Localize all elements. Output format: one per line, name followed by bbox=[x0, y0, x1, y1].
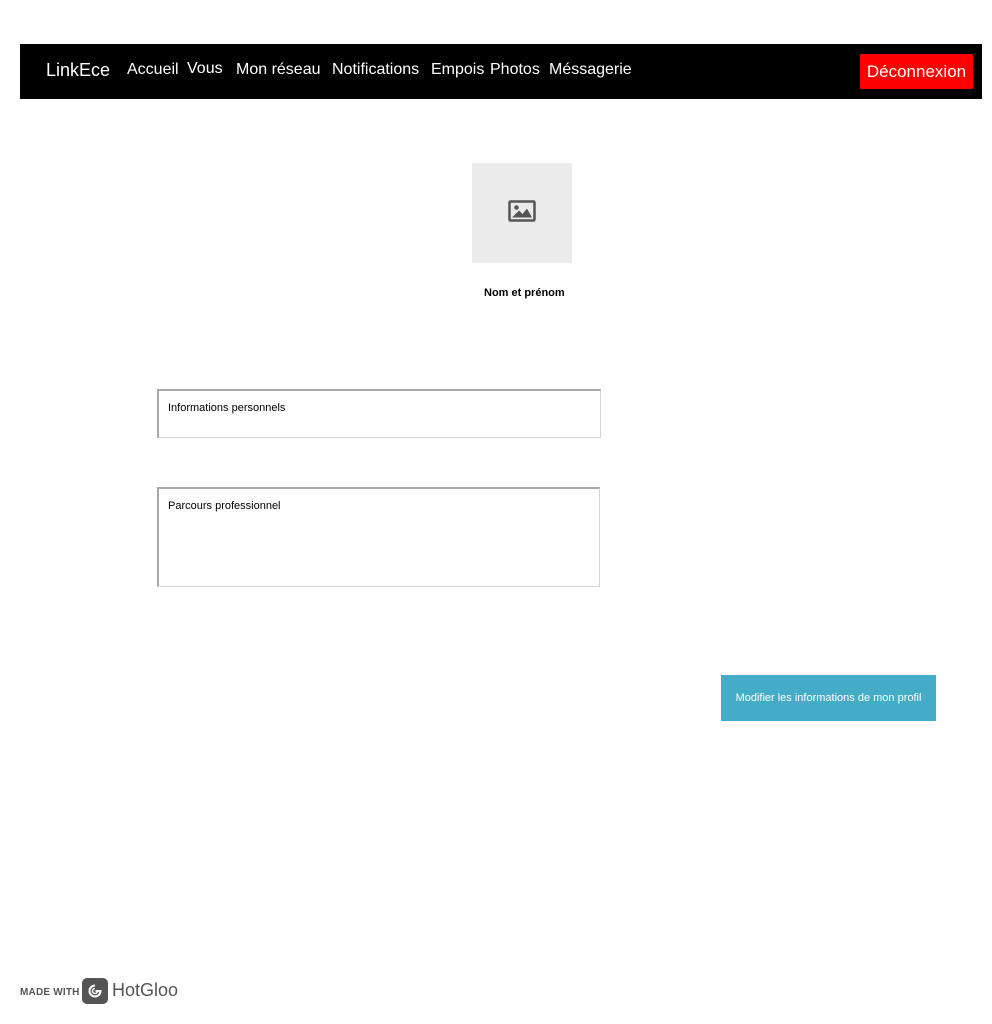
hotgloo-brand-name: HotGloo bbox=[112, 980, 179, 1000]
nav-item-accueil[interactable]: Accueil bbox=[127, 61, 179, 79]
made-with-label: MADE WITH bbox=[20, 987, 80, 998]
edit-profile-button[interactable]: Modifier les informations de mon profil bbox=[721, 675, 936, 721]
nav-item-vous[interactable]: Vous bbox=[187, 60, 223, 78]
nav-item-messagerie[interactable]: Méssagerie bbox=[549, 61, 632, 79]
hotgloo-logo-icon bbox=[82, 978, 108, 1004]
nav-item-notifications[interactable]: Notifications bbox=[332, 61, 419, 79]
nav-item-photos[interactable]: Photos bbox=[490, 61, 540, 79]
image-placeholder-icon bbox=[508, 200, 536, 222]
career-box[interactable]: Parcours professionnel bbox=[157, 487, 600, 587]
nav-item-mon-reseau[interactable]: Mon réseau bbox=[236, 61, 321, 79]
nav-item-empois[interactable]: Empois bbox=[431, 61, 484, 79]
profile-avatar[interactable] bbox=[472, 163, 572, 263]
brand-logo[interactable]: LinkEce bbox=[46, 60, 110, 81]
top-navbar: LinkEce Accueil Vous Mon réseau Notifica… bbox=[20, 44, 982, 99]
logout-button[interactable]: Déconnexion bbox=[860, 54, 973, 89]
profile-name: Nom et prénom bbox=[484, 287, 565, 299]
personal-info-label: Informations personnels bbox=[168, 402, 286, 414]
career-label: Parcours professionnel bbox=[168, 500, 281, 512]
personal-info-box[interactable]: Informations personnels bbox=[157, 389, 601, 438]
made-with-hotgloo-badge[interactable]: MADE WITH HotGloo bbox=[20, 978, 180, 1004]
